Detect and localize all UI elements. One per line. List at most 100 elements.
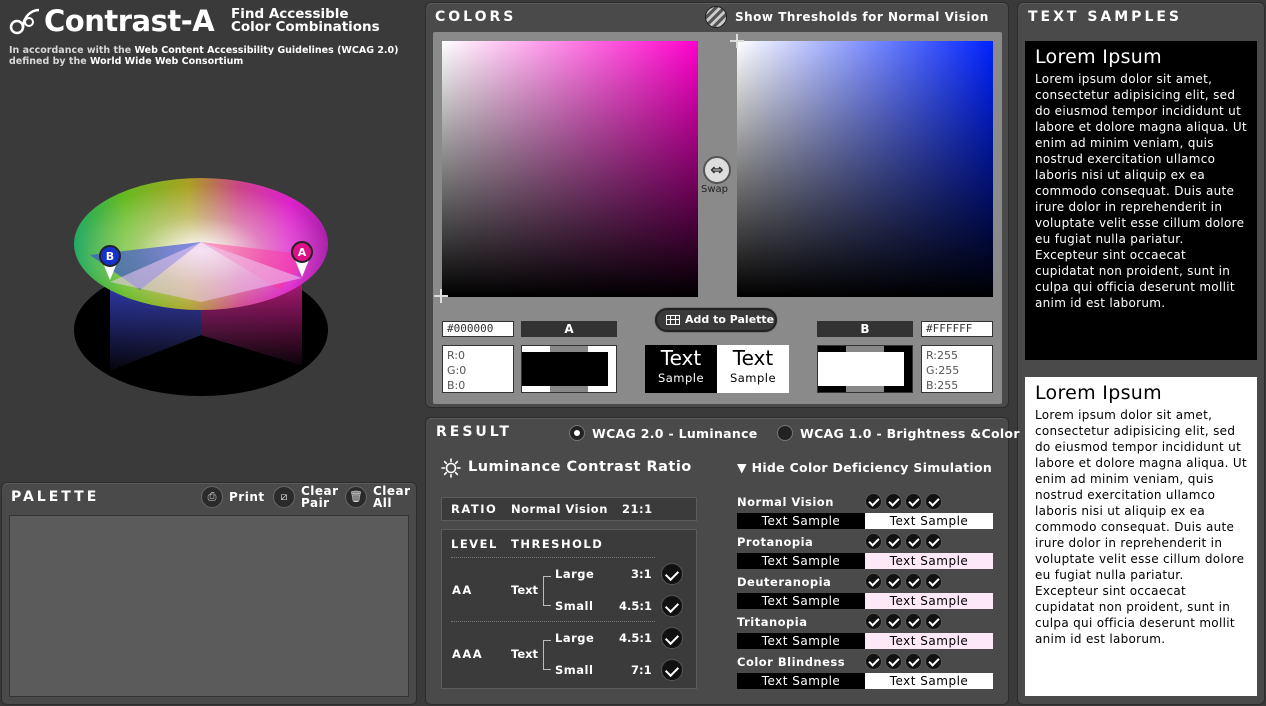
check-icon xyxy=(925,653,942,670)
divider xyxy=(451,621,655,622)
add-to-palette-button[interactable]: Add to Palette xyxy=(655,308,777,332)
check-icon xyxy=(661,595,683,617)
color-b-b: B:255 xyxy=(926,379,959,392)
cvd-sample-dark: Text Sample xyxy=(737,593,865,609)
sample-small-text: Sample xyxy=(729,371,777,385)
ratio-label: RATIO xyxy=(451,502,498,516)
contrast-a-logo-icon xyxy=(9,8,40,35)
aa-small-label: Small xyxy=(555,599,594,613)
clear-all-button[interactable]: Clear All xyxy=(373,485,411,509)
cvd-sample-strip: Text Sample Text Sample xyxy=(737,633,993,649)
aa-small-value: 4.5:1 xyxy=(619,599,652,613)
color-b-picker[interactable] xyxy=(737,41,993,297)
wcag2-label[interactable]: WCAG 2.0 - Luminance xyxy=(592,426,758,441)
color-b-swatch xyxy=(817,345,913,393)
text-sample-a-on-b: Text Sample xyxy=(645,345,717,393)
wcag2-radio[interactable] xyxy=(569,425,585,441)
cvd-sample-strip: Text Sample Text Sample xyxy=(737,513,993,529)
add-to-palette-label: Add to Palette xyxy=(685,313,775,326)
cvd-name: Tritanopia xyxy=(737,615,808,629)
marker-a-label: A xyxy=(298,246,307,259)
wcag1-radio[interactable] xyxy=(777,425,793,441)
printer-icon[interactable]: ⎙ xyxy=(201,486,223,508)
color-b-hex-input[interactable]: #FFFFFF xyxy=(921,321,993,337)
clear-pair-icon[interactable]: ⧄ xyxy=(273,486,295,508)
check-icon xyxy=(925,533,942,550)
cvd-sample-strip: Text Sample Text Sample xyxy=(737,593,993,609)
bracket xyxy=(543,640,551,670)
cvd-name: Protanopia xyxy=(737,535,814,549)
check-icon xyxy=(905,533,922,550)
sample-heading: Lorem Ipsum xyxy=(1035,46,1162,68)
subtitle-text: defined by the xyxy=(9,56,90,67)
check-icon xyxy=(885,493,902,510)
sample-body: Lorem ipsum dolor sit amet, consectetur … xyxy=(1035,72,1247,310)
sun-icon xyxy=(441,458,461,478)
check-icon xyxy=(865,653,882,670)
cvd-name: Color Blindness xyxy=(737,655,846,669)
cvd-sample-strip: Text Sample Text Sample xyxy=(737,553,993,569)
level-aaa-text: Text xyxy=(511,647,539,661)
swap-button[interactable]: ⇔ xyxy=(703,156,731,184)
check-icon xyxy=(885,613,902,630)
check-icon xyxy=(905,613,922,630)
cvd-sample-light: Text Sample xyxy=(865,673,993,689)
color-b-g: G:255 xyxy=(926,364,960,377)
w3c-link-text: World Wide Web Consortium xyxy=(89,56,244,67)
cvd-sample-light: Text Sample xyxy=(865,553,993,569)
app-title: Contrast-A xyxy=(44,4,215,38)
color-wheel[interactable]: B A xyxy=(60,160,340,410)
show-thresholds-toggle[interactable]: Show Thresholds for Normal Vision xyxy=(735,10,989,24)
color-a-hex-input[interactable]: #000000 xyxy=(442,321,514,337)
wcag1-label[interactable]: WCAG 1.0 - Brightness &Color xyxy=(800,426,1020,441)
tagline-line-2: Color Combinations xyxy=(231,19,380,35)
picker-a-crosshair-icon[interactable] xyxy=(434,289,448,303)
divider xyxy=(451,557,655,558)
cvd-sample-light: Text Sample xyxy=(865,593,993,609)
cvd-toggle-button[interactable]: ▼ Hide Color Deficiency Simulation xyxy=(737,460,992,475)
cvd-sample-dark: Text Sample xyxy=(737,673,865,689)
bracket xyxy=(543,576,551,606)
sample-big-text: Text xyxy=(660,346,702,370)
palette-drop-area[interactable] xyxy=(9,515,409,697)
level-aa-text: Text xyxy=(511,583,539,597)
cvd-sample-dark: Text Sample xyxy=(737,513,865,529)
color-a-picker[interactable] xyxy=(442,41,698,297)
color-a-g: G:0 xyxy=(447,364,467,377)
print-button[interactable]: Print xyxy=(229,491,265,503)
result-title: RESULT xyxy=(436,424,512,440)
ratio-vision-label: Normal Vision xyxy=(511,502,608,516)
app-subtitle: In accordance with the Web Content Acces… xyxy=(9,45,399,67)
cvd-sample-light: Text Sample xyxy=(865,513,993,529)
check-icon xyxy=(865,613,882,630)
check-icon xyxy=(661,659,683,681)
color-a-label: A xyxy=(521,321,617,337)
text-sample-b-on-a: Text Sample xyxy=(717,345,789,393)
cvd-name: Normal Vision xyxy=(737,495,834,509)
check-icon xyxy=(905,573,922,590)
text-sample-dark-card: Lorem Ipsum Lorem ipsum dolor sit amet, … xyxy=(1025,41,1257,360)
clear-pair-line-2: Pair xyxy=(301,496,330,510)
thresholds-globe-icon[interactable] xyxy=(705,6,727,28)
color-b-r: R:255 xyxy=(926,349,959,362)
cvd-sample-strip: Text Sample Text Sample xyxy=(737,673,993,689)
cvd-sample-dark: Text Sample xyxy=(737,553,865,569)
trash-icon[interactable]: 🗑 xyxy=(345,486,367,508)
text-samples-title: TEXT SAMPLES xyxy=(1028,9,1183,25)
palette-title: PALETTE xyxy=(11,489,100,505)
picker-b-crosshair-icon[interactable] xyxy=(730,34,744,48)
aa-large-value: 3:1 xyxy=(631,567,652,581)
color-b-label: B xyxy=(817,321,913,337)
aaa-large-label: Large xyxy=(555,631,595,645)
check-icon xyxy=(661,563,683,585)
color-b-rgb-values[interactable]: R:255 G:255 B:255 xyxy=(921,345,993,393)
aaa-small-value: 7:1 xyxy=(631,663,652,677)
clear-pair-button[interactable]: Clear Pair xyxy=(301,485,339,509)
clear-all-line-2: All xyxy=(373,496,393,510)
color-a-rgb-values[interactable]: R:0 G:0 B:0 xyxy=(442,345,514,393)
colors-title: COLORS xyxy=(435,9,517,25)
threshold-header: THRESHOLD xyxy=(511,537,604,551)
color-a-r: R:0 xyxy=(447,349,466,362)
sample-heading: Lorem Ipsum xyxy=(1035,382,1162,404)
text-sample-light-card: Lorem Ipsum Lorem ipsum dolor sit amet, … xyxy=(1025,377,1257,696)
